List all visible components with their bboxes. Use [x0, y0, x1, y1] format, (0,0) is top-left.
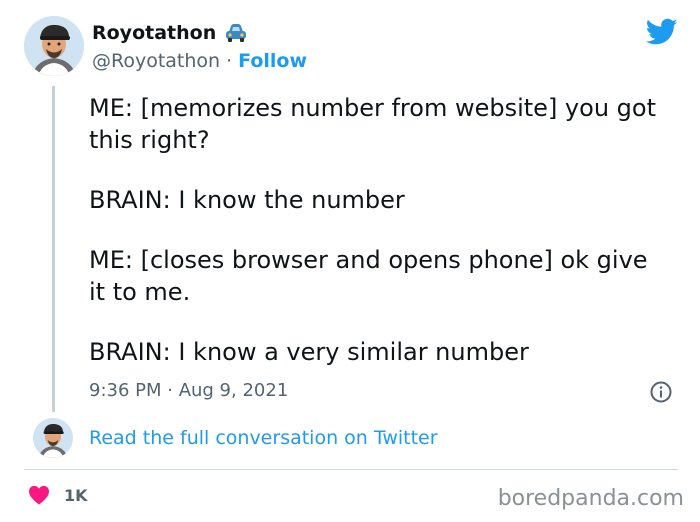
- read-conversation-link[interactable]: Read the full conversation on Twitter: [89, 427, 438, 449]
- twitter-bird-icon[interactable]: [645, 18, 678, 46]
- thread-connector-line: [52, 86, 55, 412]
- conversation-avatar: [33, 418, 73, 458]
- author-display-name[interactable]: Royotathon: [92, 22, 216, 44]
- like-count: 1K: [64, 485, 88, 505]
- tweet-timestamp[interactable]: 9:36 PM · Aug 9, 2021: [89, 380, 288, 401]
- follow-button[interactable]: Follow: [238, 50, 307, 72]
- tweet-paragraph: BRAIN: I know the number: [89, 186, 405, 214]
- author-handle[interactable]: @Royotathon: [92, 50, 220, 72]
- tweet-paragraph: ME: [memorizes number from website] you …: [89, 94, 656, 154]
- tweet-paragraph: ME: [closes browser and opens phone] ok …: [89, 246, 648, 306]
- tweet-paragraph: BRAIN: I know a very similar number: [89, 338, 529, 366]
- author-avatar[interactable]: [24, 16, 84, 76]
- car-emoji-icon: [224, 23, 248, 43]
- separator-dot: ·: [226, 50, 233, 72]
- heart-icon: [28, 485, 50, 505]
- info-icon[interactable]: [650, 381, 672, 403]
- like-button[interactable]: 1K: [28, 485, 88, 505]
- watermark: boredpanda.com: [497, 486, 684, 511]
- divider: [24, 469, 678, 470]
- author-handle-row: @Royotathon · Follow: [92, 50, 307, 72]
- author-name-row: Royotathon: [92, 22, 248, 44]
- tweet-text: ME: [memorizes number from website] you …: [89, 92, 669, 396]
